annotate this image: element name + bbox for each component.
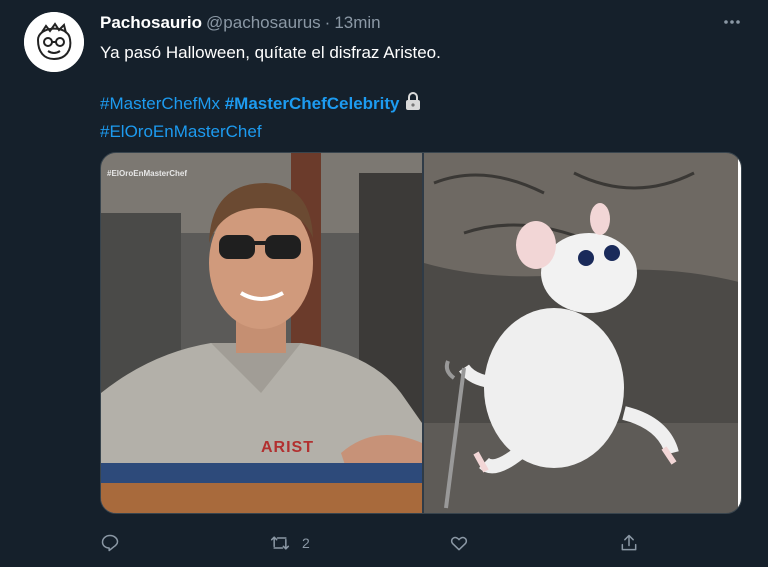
reply-button[interactable]: [100, 530, 132, 556]
share-icon: [621, 534, 637, 551]
watermark-text: #ElOroEnMasterChef: [107, 169, 188, 178]
hashtags: #MasterChefMx #MasterChefCelebrity #ElOr…: [100, 90, 424, 144]
hashtag-masterchefmx[interactable]: #MasterChefMx: [100, 94, 220, 113]
avatar-sketch-icon: [24, 12, 84, 72]
tweet-header: Pachosaurio @pachosaurus · 13min: [100, 13, 381, 33]
photo-man-sunglasses[interactable]: #ElOroEnMasterChef ARIST: [101, 153, 422, 513]
hashtag-masterchefcelebrity[interactable]: #MasterChefCelebrity: [225, 94, 400, 113]
share-button[interactable]: [619, 530, 639, 556]
retweet-button[interactable]: 2: [270, 530, 310, 556]
tweet-text: Ya pasó Halloween, quítate el disfraz Ar…: [100, 43, 441, 62]
display-name[interactable]: Pachosaurio: [100, 13, 202, 32]
reply-icon: [101, 534, 119, 552]
user-handle[interactable]: @pachosaurus: [206, 13, 321, 32]
like-button[interactable]: [449, 530, 481, 556]
avatar[interactable]: [24, 12, 84, 72]
more-icon: [724, 20, 740, 24]
separator-dot: ·: [324, 13, 331, 32]
padlock-icon: [402, 90, 424, 119]
tweet-media[interactable]: #ElOroEnMasterChef ARIST: [100, 152, 742, 514]
more-button[interactable]: [720, 10, 744, 34]
shirt-text: ARIST: [261, 439, 314, 456]
hashtag-eloroenmasterchef[interactable]: #ElOroEnMasterChef: [100, 122, 262, 141]
photo-mouse-sunglasses[interactable]: [424, 153, 741, 513]
like-icon: [450, 536, 468, 551]
tweet: Pachosaurio @pachosaurus · 13min Ya pasó Ha…: [0, 0, 768, 567]
timestamp[interactable]: 13min: [334, 13, 380, 32]
tweet-actions: 2: [100, 530, 660, 556]
retweet-icon: [270, 536, 290, 550]
retweet-count: 2: [302, 535, 310, 551]
